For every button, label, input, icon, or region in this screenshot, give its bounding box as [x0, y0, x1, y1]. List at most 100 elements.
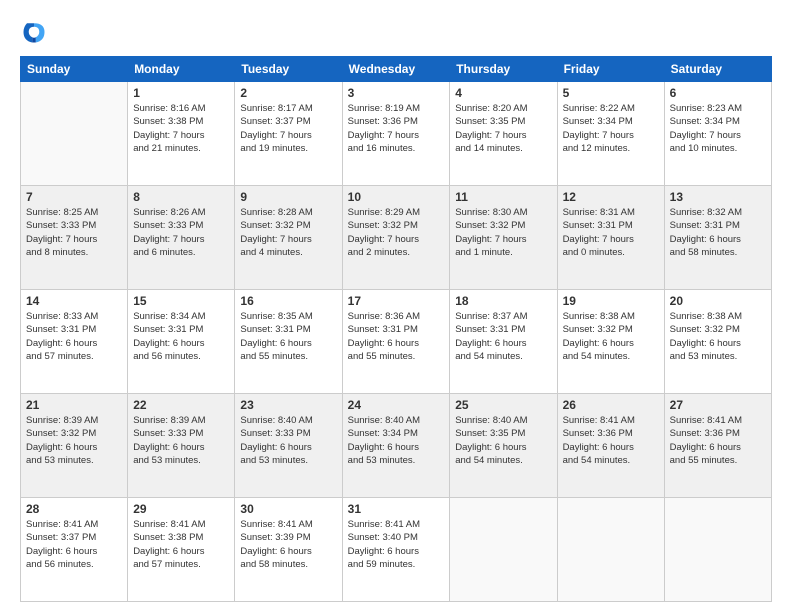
day-number: 10	[348, 190, 445, 204]
day-cell	[450, 498, 557, 602]
day-cell: 17 Sunrise: 8:36 AMSunset: 3:31 PMDayligh…	[342, 290, 450, 394]
day-number: 13	[670, 190, 766, 204]
logo	[20, 18, 52, 46]
day-info: Sunrise: 8:39 AMSunset: 3:33 PMDaylight:…	[133, 414, 229, 467]
weekday-header-tuesday: Tuesday	[235, 57, 342, 82]
day-cell: 5Sunrise: 8:22 AMSunset: 3:34 PMDaylight…	[557, 82, 664, 186]
day-number: 23	[240, 398, 336, 412]
day-info: Sunrise: 8:16 AMSunset: 3:38 PMDaylight:…	[133, 102, 229, 155]
day-info: Sunrise: 8:41 AMSunset: 3:38 PMDaylight:…	[133, 518, 229, 571]
day-number: 29	[133, 502, 229, 516]
day-cell: 10 Sunrise: 8:29 AMSunset: 3:32 PMDayligh…	[342, 186, 450, 290]
calendar: SundayMondayTuesdayWednesdayThursdayFrid…	[20, 56, 772, 602]
day-cell: 9 Sunrise: 8:28 AMSunset: 3:32 PMDaylight…	[235, 186, 342, 290]
day-info: Sunrise: 8:23 AMSunset: 3:34 PMDaylight:…	[670, 102, 766, 155]
day-info: Sunrise: 8:32 AMSunset: 3:31 PMDaylight:…	[670, 206, 766, 259]
day-info: Sunrise: 8:25 AMSunset: 3:33 PMDaylight:…	[26, 206, 122, 259]
day-number: 14	[26, 294, 122, 308]
day-info: Sunrise: 8:40 AMSunset: 3:35 PMDaylight:…	[455, 414, 551, 467]
day-cell	[664, 498, 771, 602]
day-number: 16	[240, 294, 336, 308]
day-number: 15	[133, 294, 229, 308]
day-number: 27	[670, 398, 766, 412]
weekday-header-row: SundayMondayTuesdayWednesdayThursdayFrid…	[21, 57, 772, 82]
day-info: Sunrise: 8:39 AMSunset: 3:32 PMDaylight:…	[26, 414, 122, 467]
day-cell: 13 Sunrise: 8:32 AMSunset: 3:31 PMDayligh…	[664, 186, 771, 290]
day-number: 7	[26, 190, 122, 204]
day-cell: 30 Sunrise: 8:41 AMSunset: 3:39 PMDayligh…	[235, 498, 342, 602]
day-info: Sunrise: 8:41 AMSunset: 3:39 PMDaylight:…	[240, 518, 336, 571]
weekday-header-wednesday: Wednesday	[342, 57, 450, 82]
day-cell: 31Sunrise: 8:41 AMSunset: 3:40 PMDayligh…	[342, 498, 450, 602]
page: SundayMondayTuesdayWednesdayThursdayFrid…	[0, 0, 792, 612]
day-number: 18	[455, 294, 551, 308]
day-cell: 2Sunrise: 8:17 AMSunset: 3:37 PMDaylight…	[235, 82, 342, 186]
day-cell: 6Sunrise: 8:23 AMSunset: 3:34 PMDaylight…	[664, 82, 771, 186]
day-cell: 15Sunrise: 8:34 AMSunset: 3:31 PMDayligh…	[128, 290, 235, 394]
day-cell: 29 Sunrise: 8:41 AMSunset: 3:38 PMDayligh…	[128, 498, 235, 602]
day-cell: 20 Sunrise: 8:38 AMSunset: 3:32 PMDayligh…	[664, 290, 771, 394]
day-cell	[557, 498, 664, 602]
day-info: Sunrise: 8:37 AMSunset: 3:31 PMDaylight:…	[455, 310, 551, 363]
day-cell: 8 Sunrise: 8:26 AMSunset: 3:33 PMDaylight…	[128, 186, 235, 290]
day-number: 31	[348, 502, 445, 516]
day-number: 8	[133, 190, 229, 204]
week-row-5: 28 Sunrise: 8:41 AMSunset: 3:37 PMDayligh…	[21, 498, 772, 602]
day-number: 9	[240, 190, 336, 204]
logo-icon	[20, 18, 48, 46]
header	[20, 18, 772, 46]
day-cell: 4 Sunrise: 8:20 AMSunset: 3:35 PMDaylight…	[450, 82, 557, 186]
day-info: Sunrise: 8:41 AMSunset: 3:37 PMDaylight:…	[26, 518, 122, 571]
day-number: 4	[455, 86, 551, 100]
weekday-header-monday: Monday	[128, 57, 235, 82]
day-cell: 22 Sunrise: 8:39 AMSunset: 3:33 PMDayligh…	[128, 394, 235, 498]
day-cell: 18 Sunrise: 8:37 AMSunset: 3:31 PMDayligh…	[450, 290, 557, 394]
day-cell: 26 Sunrise: 8:41 AMSunset: 3:36 PMDayligh…	[557, 394, 664, 498]
day-cell	[21, 82, 128, 186]
day-info: Sunrise: 8:26 AMSunset: 3:33 PMDaylight:…	[133, 206, 229, 259]
day-cell: 7 Sunrise: 8:25 AMSunset: 3:33 PMDaylight…	[21, 186, 128, 290]
weekday-header-saturday: Saturday	[664, 57, 771, 82]
day-number: 19	[563, 294, 659, 308]
day-cell: 11Sunrise: 8:30 AMSunset: 3:32 PMDayligh…	[450, 186, 557, 290]
day-cell: 14 Sunrise: 8:33 AMSunset: 3:31 PMDayligh…	[21, 290, 128, 394]
weekday-header-friday: Friday	[557, 57, 664, 82]
day-info: Sunrise: 8:19 AMSunset: 3:36 PMDaylight:…	[348, 102, 445, 155]
day-number: 28	[26, 502, 122, 516]
day-info: Sunrise: 8:30 AMSunset: 3:32 PMDaylight:…	[455, 206, 551, 259]
day-cell: 23 Sunrise: 8:40 AMSunset: 3:33 PMDayligh…	[235, 394, 342, 498]
day-cell: 21 Sunrise: 8:39 AMSunset: 3:32 PMDayligh…	[21, 394, 128, 498]
day-number: 30	[240, 502, 336, 516]
day-info: Sunrise: 8:20 AMSunset: 3:35 PMDaylight:…	[455, 102, 551, 155]
day-number: 20	[670, 294, 766, 308]
day-info: Sunrise: 8:40 AMSunset: 3:33 PMDaylight:…	[240, 414, 336, 467]
day-cell: 27 Sunrise: 8:41 AMSunset: 3:36 PMDayligh…	[664, 394, 771, 498]
day-number: 26	[563, 398, 659, 412]
day-number: 1	[133, 86, 229, 100]
day-cell: 12Sunrise: 8:31 AMSunset: 3:31 PMDayligh…	[557, 186, 664, 290]
day-cell: 28 Sunrise: 8:41 AMSunset: 3:37 PMDayligh…	[21, 498, 128, 602]
day-info: Sunrise: 8:41 AMSunset: 3:36 PMDaylight:…	[670, 414, 766, 467]
day-info: Sunrise: 8:29 AMSunset: 3:32 PMDaylight:…	[348, 206, 445, 259]
weekday-header-sunday: Sunday	[21, 57, 128, 82]
day-info: Sunrise: 8:33 AMSunset: 3:31 PMDaylight:…	[26, 310, 122, 363]
day-info: Sunrise: 8:38 AMSunset: 3:32 PMDaylight:…	[563, 310, 659, 363]
day-cell: 19 Sunrise: 8:38 AMSunset: 3:32 PMDayligh…	[557, 290, 664, 394]
week-row-4: 21 Sunrise: 8:39 AMSunset: 3:32 PMDayligh…	[21, 394, 772, 498]
day-info: Sunrise: 8:38 AMSunset: 3:32 PMDaylight:…	[670, 310, 766, 363]
weekday-header-thursday: Thursday	[450, 57, 557, 82]
day-info: Sunrise: 8:35 AMSunset: 3:31 PMDaylight:…	[240, 310, 336, 363]
week-row-2: 7 Sunrise: 8:25 AMSunset: 3:33 PMDaylight…	[21, 186, 772, 290]
day-info: Sunrise: 8:41 AMSunset: 3:36 PMDaylight:…	[563, 414, 659, 467]
day-info: Sunrise: 8:40 AMSunset: 3:34 PMDaylight:…	[348, 414, 445, 467]
day-number: 22	[133, 398, 229, 412]
week-row-1: 1 Sunrise: 8:16 AMSunset: 3:38 PMDaylight…	[21, 82, 772, 186]
day-info: Sunrise: 8:36 AMSunset: 3:31 PMDaylight:…	[348, 310, 445, 363]
day-info: Sunrise: 8:28 AMSunset: 3:32 PMDaylight:…	[240, 206, 336, 259]
day-number: 24	[348, 398, 445, 412]
day-info: Sunrise: 8:31 AMSunset: 3:31 PMDaylight:…	[563, 206, 659, 259]
day-number: 3	[348, 86, 445, 100]
week-row-3: 14 Sunrise: 8:33 AMSunset: 3:31 PMDayligh…	[21, 290, 772, 394]
day-number: 21	[26, 398, 122, 412]
day-number: 17	[348, 294, 445, 308]
